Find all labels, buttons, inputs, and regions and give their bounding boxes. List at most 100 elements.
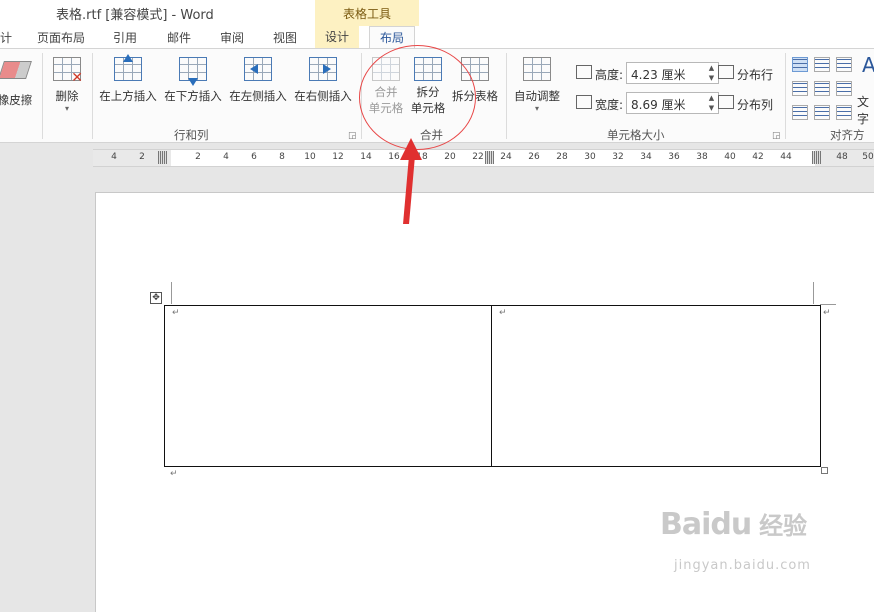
watermark-brand-cn: 经验 xyxy=(759,512,808,540)
ruler-column-marker[interactable] xyxy=(485,151,494,164)
height-label: 高度: xyxy=(595,68,624,82)
margin-guide xyxy=(820,304,836,305)
distribute-rows-icon xyxy=(718,65,734,79)
align-top-right-button[interactable] xyxy=(836,57,852,72)
eraser-button[interactable]: 橡皮擦 xyxy=(0,57,36,108)
align-top-center-button[interactable] xyxy=(814,57,830,72)
group-label-rows-cols: 行和列 xyxy=(174,128,209,142)
distribute-columns-button[interactable]: 分布列 xyxy=(737,96,773,113)
tab-references[interactable]: 引用 xyxy=(113,29,137,46)
ruler-tick: 40 xyxy=(724,152,736,162)
align-bottom-right-button[interactable] xyxy=(836,105,852,120)
chevron-down-icon: ▾ xyxy=(64,104,69,113)
ruler-column-marker[interactable] xyxy=(158,151,167,164)
tab-view[interactable]: 视图 xyxy=(273,29,297,46)
insert-above-icon xyxy=(114,54,142,83)
separator xyxy=(42,53,43,139)
ruler-tick: 48 xyxy=(836,152,848,162)
insert-below-icon xyxy=(179,57,207,86)
ruler-column-marker[interactable] xyxy=(812,151,821,164)
height-spinner[interactable]: ▲ ▼ xyxy=(705,62,719,84)
align-middle-left-button[interactable] xyxy=(792,81,808,96)
horizontal-ruler[interactable]: 4 2 2 4 6 8 10 12 14 16 18 20 22 24 26 2… xyxy=(93,149,874,167)
align-bottom-center-button[interactable] xyxy=(814,105,830,120)
dialog-launcher-icon[interactable]: ◲ xyxy=(772,131,781,141)
width-input[interactable]: 8.69 厘米 xyxy=(626,92,706,114)
window-title: 表格.rtf [兼容模式] - Word xyxy=(56,8,214,23)
ruler-tick: 14 xyxy=(360,152,372,162)
autofit-button[interactable]: 自动调整 ▾ xyxy=(511,57,563,113)
align-middle-right-button[interactable] xyxy=(836,81,852,96)
ruler-tick: 50 xyxy=(862,152,874,162)
distribute-rows-button[interactable]: 分布行 xyxy=(737,66,773,83)
insert-above-label: 在上方插入 xyxy=(99,89,157,103)
separator xyxy=(785,53,786,139)
align-top-left-button[interactable] xyxy=(792,57,808,72)
table-cell-right[interactable] xyxy=(492,306,820,466)
watermark-brand: Baidu xyxy=(660,507,752,542)
insert-left-button[interactable]: 在左侧插入 xyxy=(226,57,290,104)
dialog-launcher-icon[interactable]: ◲ xyxy=(348,131,357,141)
paragraph-mark: ↵ xyxy=(170,469,178,479)
ruler-tick: 2 xyxy=(139,152,145,162)
tab-design-partial[interactable]: 计 xyxy=(0,29,12,46)
delete-label: 删除 xyxy=(55,89,79,103)
insert-right-button[interactable]: 在右侧插入 xyxy=(291,57,355,104)
ruler-tick: 4 xyxy=(223,152,229,162)
ruler-tick: 38 xyxy=(696,152,708,162)
ruler-tick: 16 xyxy=(388,152,400,162)
width-label: 宽度: xyxy=(595,98,624,112)
height-input[interactable]: 4.23 厘米 xyxy=(626,62,706,84)
text-direction-icon: A xyxy=(862,53,874,77)
margin-guide xyxy=(171,282,172,304)
autofit-label: 自动调整 xyxy=(514,89,560,103)
insert-right-label: 在右侧插入 xyxy=(294,89,352,103)
insert-right-icon xyxy=(309,57,337,83)
ruler-tick: 8 xyxy=(279,152,285,162)
distribute-columns-icon xyxy=(718,95,734,109)
table-move-handle-icon[interactable]: ✥ xyxy=(150,292,162,304)
insert-left-icon xyxy=(244,57,272,83)
separator xyxy=(506,53,507,139)
margin-guide xyxy=(813,282,814,304)
ruler-tick: 20 xyxy=(444,152,456,162)
align-middle-center-button[interactable] xyxy=(814,81,830,96)
ruler-tick: 6 xyxy=(251,152,257,162)
watermark-url: jingyan.baidu.com xyxy=(674,558,811,573)
tab-table-design[interactable]: 设计 xyxy=(315,26,360,48)
separator xyxy=(92,53,93,139)
tab-review[interactable]: 审阅 xyxy=(220,29,244,46)
ruler-tick: 12 xyxy=(332,152,344,162)
ruler-tick: 24 xyxy=(500,152,512,162)
baidu-watermark-logo: Baidu 经验 jingyan.baidu.com xyxy=(660,506,810,573)
row-end-mark: ↵ xyxy=(823,308,831,318)
ruler-tick: 2 xyxy=(195,152,201,162)
delete-table-icon: ✕ xyxy=(53,57,83,85)
align-bottom-left-button[interactable] xyxy=(792,105,808,120)
autofit-icon xyxy=(523,57,551,83)
ruler-tick: 36 xyxy=(668,152,680,162)
cell-end-mark: ↵ xyxy=(172,308,180,318)
ruler-tick: 22 xyxy=(472,152,484,162)
cell-end-mark: ↵ xyxy=(499,308,507,318)
insert-below-label: 在下方插入 xyxy=(164,89,222,103)
text-direction-button[interactable]: 文字 xyxy=(857,93,874,127)
insert-below-button[interactable]: 在下方插入 xyxy=(161,57,225,104)
width-spinner[interactable]: ▲ ▼ xyxy=(705,92,719,114)
ruler-tick: 42 xyxy=(752,152,764,162)
ruler-tick: 34 xyxy=(640,152,652,162)
insert-left-label: 在左侧插入 xyxy=(229,89,287,103)
ruler-tick: 44 xyxy=(780,152,792,162)
chevron-down-icon: ▾ xyxy=(534,104,539,113)
table-tools-context-label: 表格工具 xyxy=(315,0,419,26)
ruler-tick: 28 xyxy=(556,152,568,162)
delete-button[interactable]: ✕ 删除 ▾ xyxy=(50,57,84,113)
table-resize-handle[interactable] xyxy=(821,467,828,474)
tab-mailings[interactable]: 邮件 xyxy=(167,29,191,46)
title-bar: 表格.rtf [兼容模式] - Word xyxy=(0,0,874,26)
row-height-icon xyxy=(576,65,592,79)
ruler-tick: 10 xyxy=(304,152,316,162)
ruler-tick: 30 xyxy=(584,152,596,162)
tab-page-layout[interactable]: 页面布局 xyxy=(37,29,85,46)
insert-above-button[interactable]: 在上方插入 xyxy=(96,54,160,104)
